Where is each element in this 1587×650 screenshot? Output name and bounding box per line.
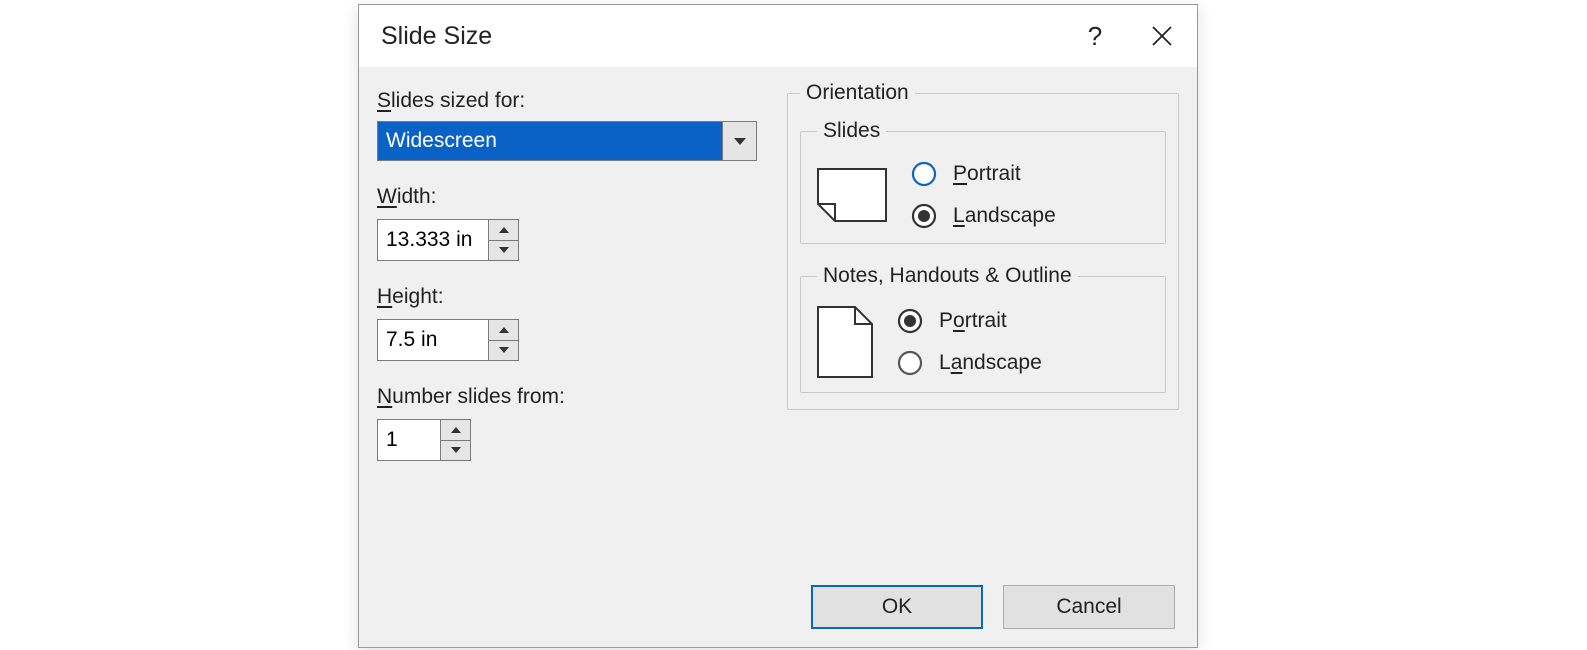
radio-unselected-icon <box>911 161 937 187</box>
slides-orientation-group: Slides <box>800 119 1166 244</box>
width-spin-up[interactable] <box>489 220 518 241</box>
combo-dropdown-button[interactable] <box>722 122 756 160</box>
portrait-label: Portrait <box>953 162 1021 186</box>
triangle-down-icon <box>499 247 509 253</box>
height-spinner-buttons <box>488 320 518 360</box>
portrait-label: Portrait <box>939 309 1007 333</box>
width-label: Width: <box>377 185 757 209</box>
ok-button[interactable]: OK <box>811 585 983 629</box>
notes-landscape-option[interactable]: Landscape <box>897 350 1042 376</box>
number-from-spinner[interactable] <box>377 419 471 461</box>
page-portrait-icon <box>817 306 873 378</box>
radio-unselected-icon <box>897 350 923 376</box>
slide-size-dialog: Slide Size ? Slides sized for: Widescree… <box>358 4 1198 648</box>
triangle-down-icon <box>499 347 509 353</box>
triangle-down-icon <box>451 447 461 453</box>
landscape-label: Landscape <box>953 204 1056 228</box>
number-from-label: Number slides from: <box>377 385 757 409</box>
dialog-footer: OK Cancel <box>811 585 1175 629</box>
slides-landscape-option[interactable]: Landscape <box>911 203 1056 229</box>
chevron-down-icon <box>734 138 746 145</box>
right-column: Orientation Slides <box>787 81 1179 461</box>
slides-sized-for-combo[interactable]: Widescreen <box>377 121 757 161</box>
titlebar-buttons: ? <box>1063 5 1197 67</box>
orientation-group: Orientation Slides <box>787 81 1179 410</box>
height-input[interactable] <box>378 320 488 360</box>
height-spin-up[interactable] <box>489 320 518 341</box>
left-column: Slides sized for: Widescreen Width: Heig <box>377 81 757 461</box>
number-from-spinner-buttons <box>440 420 470 460</box>
number-from-spin-down[interactable] <box>441 441 470 461</box>
slides-sized-for-label: Slides sized for: <box>377 89 757 113</box>
notes-orientation-group: Notes, Handouts & Outline <box>800 264 1166 393</box>
titlebar: Slide Size ? <box>359 5 1197 67</box>
close-button[interactable] <box>1127 5 1197 67</box>
close-icon <box>1151 25 1173 47</box>
notes-portrait-option[interactable]: Portrait <box>897 308 1042 334</box>
number-from-input[interactable] <box>378 420 440 460</box>
width-input[interactable] <box>378 220 488 260</box>
triangle-up-icon <box>499 227 509 233</box>
height-label: Height: <box>377 285 757 309</box>
width-spinner[interactable] <box>377 219 519 261</box>
triangle-up-icon <box>499 327 509 333</box>
triangle-up-icon <box>451 427 461 433</box>
slides-portrait-option[interactable]: Portrait <box>911 161 1056 187</box>
help-icon: ? <box>1088 21 1102 52</box>
orientation-legend: Orientation <box>800 81 915 105</box>
cancel-button[interactable]: Cancel <box>1003 585 1175 629</box>
radio-selected-icon <box>897 308 923 334</box>
width-spinner-buttons <box>488 220 518 260</box>
dialog-title: Slide Size <box>381 22 492 51</box>
notes-orientation-legend: Notes, Handouts & Outline <box>817 264 1078 288</box>
height-spinner[interactable] <box>377 319 519 361</box>
slides-orientation-legend: Slides <box>817 119 886 143</box>
page-landscape-icon <box>817 168 887 222</box>
landscape-label: Landscape <box>939 351 1042 375</box>
radio-selected-icon <box>911 203 937 229</box>
dialog-body: Slides sized for: Widescreen Width: Heig <box>359 67 1197 469</box>
number-from-spin-up[interactable] <box>441 420 470 441</box>
slides-sized-for-value: Widescreen <box>378 122 722 160</box>
height-spin-down[interactable] <box>489 341 518 361</box>
width-spin-down[interactable] <box>489 241 518 261</box>
help-button[interactable]: ? <box>1063 5 1127 67</box>
